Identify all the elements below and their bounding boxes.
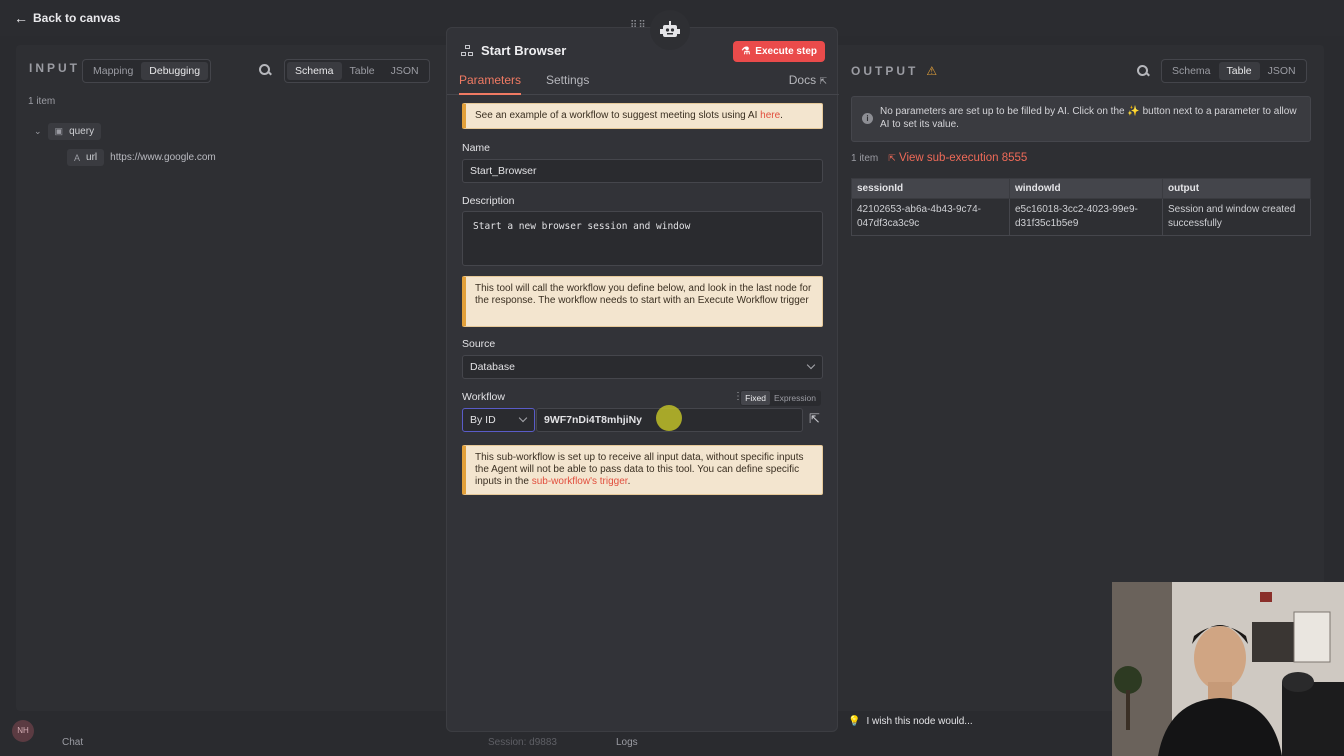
back-to-canvas-label: Back to canvas — [33, 11, 121, 25]
column-header: output — [1162, 178, 1311, 199]
chat-tab[interactable]: Chat — [62, 737, 83, 748]
json-tab[interactable]: JSON — [1260, 62, 1304, 80]
schema-tree-root[interactable]: ⌄ ▣ query — [34, 123, 102, 140]
execute-step-label: Execute step — [755, 46, 817, 57]
input-panel: INPUT Mapping Debugging Schema Table JSO… — [16, 45, 446, 711]
source-select-value: Database — [470, 361, 515, 373]
subworkflow-notice: This sub-workflow is set up to receive a… — [462, 445, 823, 495]
table-row: 42102653-ab6a-4b43-9c74-047df3ca3c9c e5c… — [851, 198, 1311, 236]
back-to-canvas-link[interactable]: ← Back to canvas — [14, 10, 120, 26]
table-tab[interactable]: Table — [1218, 62, 1260, 80]
example-notice-text: See an example of a workflow to suggest … — [475, 110, 761, 121]
table-cell[interactable]: e5c16018-3cc2-4023-99e9-d31f35c1b5e9 — [1009, 198, 1163, 236]
info-icon: i — [862, 113, 873, 124]
ai-notice: i No parameters are set up to be filled … — [851, 96, 1311, 142]
debugging-tab[interactable]: Debugging — [141, 62, 209, 80]
table-cell[interactable]: 42102653-ab6a-4b43-9c74-047df3ca3c9c — [851, 198, 1010, 236]
example-notice: See an example of a workflow to suggest … — [462, 103, 823, 129]
view-sub-execution-link[interactable]: ⇱ View sub-execution 8555 — [888, 152, 1027, 164]
tool-notice: This tool will call the workflow you def… — [462, 276, 823, 327]
schema-tab[interactable]: Schema — [287, 62, 342, 80]
input-mode-toggle: Mapping Debugging — [82, 59, 212, 83]
execute-step-button[interactable]: ⚗ Execute step — [733, 41, 825, 62]
robot-icon — [650, 10, 690, 50]
session-label: Session: d9883 — [488, 737, 557, 748]
warning-icon: ⚠ — [926, 64, 938, 78]
feedback-label: I wish this node would... — [866, 716, 973, 727]
chevron-down-icon — [518, 413, 528, 423]
schema-tab[interactable]: Schema — [1164, 62, 1219, 80]
output-item-count: 1 item — [851, 152, 879, 164]
output-view-toggle: Schema Table JSON — [1161, 59, 1307, 83]
arrow-left-icon: ← — [14, 10, 28, 26]
cursor-highlight — [656, 405, 682, 431]
fixed-option[interactable]: Fixed — [741, 391, 770, 405]
schema-root-label: query — [69, 126, 95, 137]
schema-field-pill[interactable]: A url — [67, 149, 105, 166]
subworkflow-trigger-link[interactable]: sub-workflow's trigger — [532, 476, 628, 487]
lightbulb-icon: 💡 — [848, 716, 861, 727]
description-field[interactable]: Start a new browser session and window — [462, 211, 823, 266]
cube-icon: ▣ — [54, 126, 64, 136]
table-cell[interactable]: Session and window created successfully — [1162, 198, 1311, 236]
external-link-icon: ⇱ — [888, 153, 896, 163]
example-here-link[interactable]: here — [760, 110, 780, 121]
schema-field-key: url — [86, 152, 98, 163]
column-header: windowId — [1009, 178, 1163, 199]
schema-field-value: https://www.google.com — [110, 152, 216, 163]
output-panel-title: OUTPUT — [851, 64, 919, 78]
tab-settings[interactable]: Settings — [546, 73, 589, 93]
node-tabs: Parameters Settings Docs ⇱ — [447, 71, 839, 95]
name-field[interactable]: Start_Browser — [462, 159, 823, 183]
column-header: sessionId — [851, 178, 1010, 199]
logs-tab[interactable]: Logs — [616, 737, 638, 748]
source-select[interactable]: Database — [462, 355, 823, 379]
fixed-expression-toggle: Fixed Expression — [740, 390, 821, 406]
sitemap-icon — [461, 44, 474, 57]
workflow-label: Workflow — [462, 391, 505, 403]
description-label: Description — [462, 195, 515, 207]
view-sub-execution-label: View sub-execution 8555 — [898, 152, 1028, 164]
webcam-overlay — [1112, 582, 1344, 756]
input-item-count: 1 item — [28, 96, 56, 107]
node-settings-panel: ⠿⠿ Start Browser ⚗ Execute step Paramete… — [446, 10, 839, 732]
tab-parameters[interactable]: Parameters — [459, 73, 522, 95]
string-type-icon: A — [74, 152, 81, 163]
mapping-tab[interactable]: Mapping — [85, 62, 141, 80]
input-view-toggle: Schema Table JSON — [284, 59, 430, 83]
subworkflow-notice-text: This sub-workflow is set up to receive a… — [475, 452, 804, 487]
table-tab[interactable]: Table — [342, 62, 383, 80]
search-icon[interactable] — [258, 63, 272, 77]
chevron-down-icon[interactable]: ⌄ — [34, 126, 42, 137]
open-external-icon[interactable]: ⇱ — [809, 411, 820, 427]
external-link-icon: ⇱ — [819, 76, 827, 86]
chevron-down-icon — [806, 360, 816, 370]
docs-link[interactable]: Docs ⇱ — [789, 73, 827, 87]
source-label: Source — [462, 338, 496, 350]
input-panel-title: INPUT — [29, 61, 80, 75]
workflow-by-select[interactable]: By ID — [462, 408, 535, 432]
name-label: Name — [462, 142, 491, 154]
node-title: Start Browser — [481, 43, 567, 58]
ai-notice-text: No parameters are set up to be filled by… — [880, 106, 1297, 130]
docs-label: Docs — [788, 73, 817, 87]
robot-icon-svg — [660, 21, 680, 37]
output-table: sessionId windowId output 42102653-ab6a-… — [851, 178, 1311, 236]
schema-tree-child[interactable]: A url https://www.google.com — [67, 149, 216, 166]
webcam-video — [1112, 582, 1344, 756]
drag-handle[interactable]: ⠿⠿ — [630, 20, 647, 31]
flask-icon: ⚗ — [741, 46, 751, 57]
schema-object-pill: ▣ query — [47, 123, 102, 140]
expression-option[interactable]: Expression — [770, 391, 820, 405]
feedback-link[interactable]: 💡 I wish this node would... — [848, 716, 973, 727]
workflow-by-value: By ID — [470, 414, 496, 426]
avatar[interactable]: NH — [12, 720, 34, 742]
json-tab[interactable]: JSON — [383, 62, 427, 80]
search-icon[interactable] — [1136, 64, 1150, 78]
